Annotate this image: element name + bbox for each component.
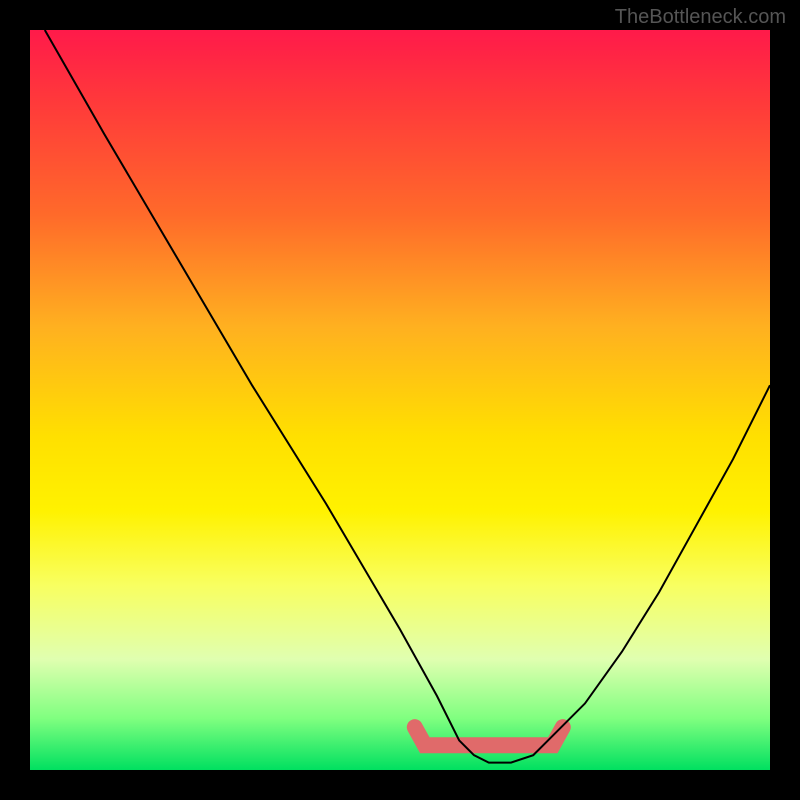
curve-line [45,30,770,763]
highlight-glyph [415,727,563,745]
watermark-text: TheBottleneck.com [615,6,786,29]
chart-svg [30,30,770,770]
